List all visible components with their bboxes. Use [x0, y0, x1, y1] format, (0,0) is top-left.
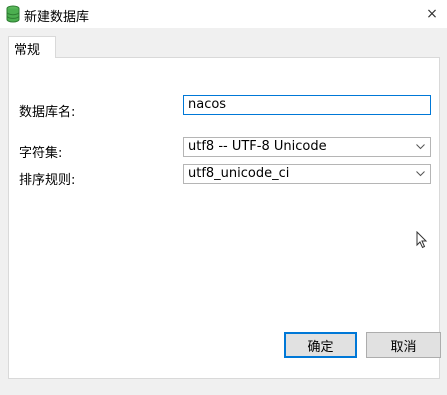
title-bar: 新建数据库 × — [0, 0, 447, 28]
database-icon — [6, 5, 20, 23]
tab-general[interactable]: 常规 — [8, 36, 56, 58]
db-name-label: 数据库名: — [19, 105, 76, 120]
collation-select[interactable]: utf8_unicode_ci — [183, 164, 431, 184]
ok-button-label: 确定 — [307, 339, 334, 355]
ok-button[interactable]: 确定 — [284, 332, 357, 358]
charset-label: 字符集: — [19, 146, 63, 161]
chevron-down-icon — [416, 171, 425, 177]
collation-value: utf8_unicode_ci — [188, 166, 290, 181]
collation-label: 排序规则: — [19, 173, 76, 188]
chevron-down-icon — [416, 144, 425, 150]
window-title: 新建数据库 — [24, 10, 90, 25]
db-name-input[interactable]: nacos — [183, 95, 431, 115]
tab-panel-general: 数据库名: nacos 字符集: utf8 -- UTF-8 Unicode 排… — [8, 57, 440, 379]
tab-label: 常规 — [14, 43, 41, 58]
close-icon: × — [426, 6, 438, 22]
charset-select[interactable]: utf8 -- UTF-8 Unicode — [183, 137, 431, 157]
mouse-pointer-icon — [416, 231, 428, 249]
cancel-button-label: 取消 — [390, 339, 417, 355]
charset-value: utf8 -- UTF-8 Unicode — [188, 139, 327, 154]
cancel-button[interactable]: 取消 — [366, 332, 441, 358]
close-button[interactable]: × — [417, 0, 447, 28]
